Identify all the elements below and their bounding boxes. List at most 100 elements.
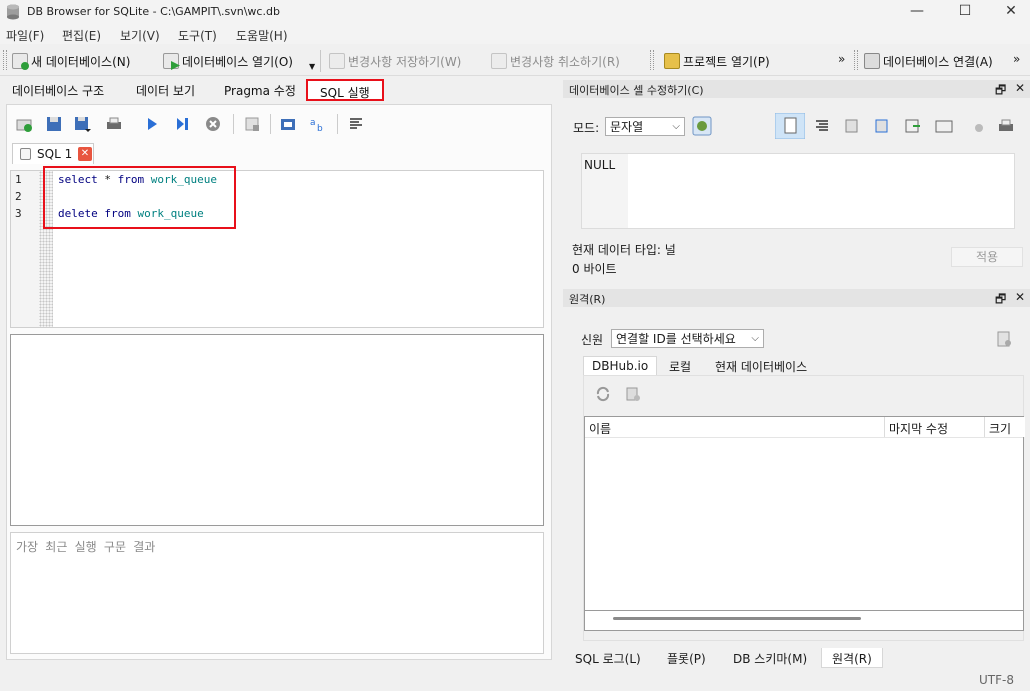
open-database-button[interactable]: 데이터베이스 열기(O) — [163, 50, 293, 72]
edit-cell-title: 데이터베이스 셀 수정하기(C) — [569, 84, 704, 97]
menu-bar: 파일(F) 편집(E) 보기(V) 도구(T) 도움말(H) — [0, 24, 1030, 44]
toolbar-grip[interactable] — [854, 50, 858, 70]
execute-current-line-icon[interactable] — [173, 115, 191, 133]
sql-toolbar-separator — [337, 114, 338, 134]
close-tab-icon[interactable]: ✕ — [78, 147, 92, 161]
line-number: 1 — [15, 173, 22, 186]
open-project-button[interactable]: 프로젝트 열기(P) — [664, 50, 770, 72]
attach-database-button[interactable]: 데이터베이스 연결(A) — [864, 50, 993, 72]
highlight-annotation — [43, 166, 236, 229]
toolbar-grip[interactable] — [650, 50, 654, 70]
identity-settings-icon[interactable] — [995, 330, 1013, 348]
open-database-icon — [163, 53, 180, 70]
import-file-icon[interactable] — [843, 117, 861, 135]
auto-format-icon[interactable] — [813, 117, 831, 135]
write-changes-icon — [329, 53, 345, 69]
word-wrap-icon[interactable] — [775, 113, 805, 139]
find-text-icon[interactable] — [279, 115, 297, 133]
export-file-icon[interactable] — [873, 117, 891, 135]
write-changes-label: 변경사항 저장하기(W) — [348, 54, 462, 69]
remote-title: 원격(R) — [569, 293, 606, 306]
data-type-label: 현재 데이터 타입: 널 — [572, 243, 676, 257]
toolbar-separator — [320, 50, 321, 72]
menu-help[interactable]: 도움말(H) — [236, 27, 288, 44]
database-app-icon — [7, 4, 19, 20]
open-database-label: 데이터베이스 열기(O) — [182, 54, 293, 69]
column-header-name[interactable]: 이름 — [585, 417, 885, 437]
tab-remote[interactable]: 원격(R) — [821, 648, 883, 668]
maximize-button[interactable]: ☐ — [942, 0, 988, 24]
auto-switch-mode-icon[interactable] — [692, 116, 712, 136]
menu-view[interactable]: 보기(V) — [120, 27, 160, 44]
minimize-button[interactable]: — — [894, 0, 940, 24]
write-changes-button[interactable]: 변경사항 저장하기(W) — [329, 50, 461, 72]
column-header-size[interactable]: 크기 — [985, 417, 1025, 437]
tab-current-database[interactable]: 현재 데이터베이스 — [707, 356, 816, 376]
main-toolbar: 새 데이터베이스(N) 데이터베이스 열기(O) ▼ 변경사항 저장하기(W) … — [0, 44, 1030, 76]
toolbar-overflow-button-2[interactable]: » — [1013, 52, 1020, 66]
encoding-indicator: UTF-8 — [979, 673, 1014, 687]
toolbar-overflow-button[interactable]: » — [838, 52, 845, 66]
tab-execute-sql[interactable]: SQL 실행 — [306, 79, 384, 101]
mode-select[interactable]: 문자열 ⌵ — [605, 117, 685, 136]
tab-sql-log[interactable]: SQL 로그(L) — [565, 648, 651, 668]
tab-plot[interactable]: 플롯(P) — [657, 648, 716, 668]
find-replace-icon[interactable]: ab — [309, 115, 327, 133]
open-project-icon — [664, 53, 680, 69]
open-database-dropdown-icon[interactable]: ▼ — [309, 62, 315, 71]
print-cell-icon[interactable] — [997, 117, 1015, 135]
line-number: 3 — [15, 207, 22, 220]
identity-select[interactable]: 연결할 ID를 선택하세요 ⌵ — [611, 329, 764, 348]
close-dock-icon[interactable]: ✕ — [1015, 290, 1025, 304]
revert-changes-icon — [491, 53, 507, 69]
menu-edit[interactable]: 편집(E) — [62, 27, 101, 44]
tab-local[interactable]: 로컬 — [661, 356, 700, 376]
results-grid[interactable] — [10, 334, 544, 526]
main-tab-bar: 데이터베이스 구조 데이터 보기 Pragma 수정 SQL 실행 — [0, 78, 556, 102]
column-header-last-modified[interactable]: 마지막 수정 — [885, 417, 985, 437]
menu-file[interactable]: 파일(F) — [6, 27, 44, 44]
print-icon[interactable] — [105, 115, 123, 133]
open-tab-icon[interactable] — [15, 115, 33, 133]
open-sql-file-icon[interactable] — [45, 115, 63, 133]
execute-all-icon[interactable] — [143, 115, 161, 133]
sql-editor-tab[interactable]: SQL 1 ✕ — [12, 143, 94, 164]
chevron-down-icon: ⌵ — [672, 121, 680, 132]
open-external-icon[interactable] — [904, 117, 922, 135]
refresh-icon[interactable] — [594, 385, 612, 403]
dbhub-tab-panel: 이름 마지막 수정 크기 — [583, 375, 1025, 641]
tab-dbhub[interactable]: DBHub.io — [583, 356, 658, 376]
clone-database-icon[interactable] — [624, 385, 642, 403]
close-dock-icon[interactable]: ✕ — [1015, 81, 1025, 95]
close-button[interactable]: ✕ — [988, 0, 1030, 24]
horizontal-scrollbar[interactable] — [584, 611, 1024, 631]
save-sql-file-icon[interactable] — [73, 115, 91, 133]
comment-block-icon[interactable] — [347, 115, 365, 133]
scrollbar-thumb[interactable] — [613, 617, 861, 620]
menu-tools[interactable]: 도구(T) — [178, 27, 217, 44]
save-results-view-icon[interactable] — [243, 115, 261, 133]
revert-changes-button[interactable]: 변경사항 취소하기(R) — [491, 50, 620, 72]
mode-select-value: 문자열 — [610, 120, 644, 134]
edit-cell-panel: 모드: 문자열 ⌵ NULL 현재 데이터 타입: 널 0 바이트 적용 — [563, 99, 1030, 287]
set-null-icon[interactable] — [935, 117, 953, 135]
apply-button[interactable]: 적용 — [951, 247, 1023, 267]
tab-database-structure[interactable]: 데이터베이스 구조 — [2, 78, 114, 102]
stop-execution-icon[interactable] — [204, 115, 222, 133]
header-divider — [585, 437, 1023, 438]
execution-message-box[interactable]: 가장 최근 실행 구문 결과 — [10, 532, 544, 654]
tab-db-schema[interactable]: DB 스키마(M) — [723, 648, 817, 668]
svg-text:a: a — [310, 118, 316, 128]
new-database-button[interactable]: 새 데이터베이스(N) — [12, 50, 130, 72]
sql-toolbar-separator — [233, 114, 234, 134]
status-bar: UTF-8 — [0, 668, 1030, 691]
tab-browse-data[interactable]: 데이터 보기 — [126, 78, 205, 102]
toolbar-grip[interactable] — [3, 50, 7, 70]
remote-file-table[interactable]: 이름 마지막 수정 크기 — [584, 416, 1025, 611]
tab-edit-pragmas[interactable]: Pragma 수정 — [214, 78, 306, 102]
svg-text:b: b — [317, 124, 323, 133]
revert-changes-label: 변경사항 취소하기(R) — [510, 54, 620, 69]
attach-database-label: 데이터베이스 연결(A) — [883, 54, 993, 69]
cell-value-area[interactable]: NULL — [581, 153, 1015, 229]
clear-icon[interactable] — [968, 117, 986, 135]
